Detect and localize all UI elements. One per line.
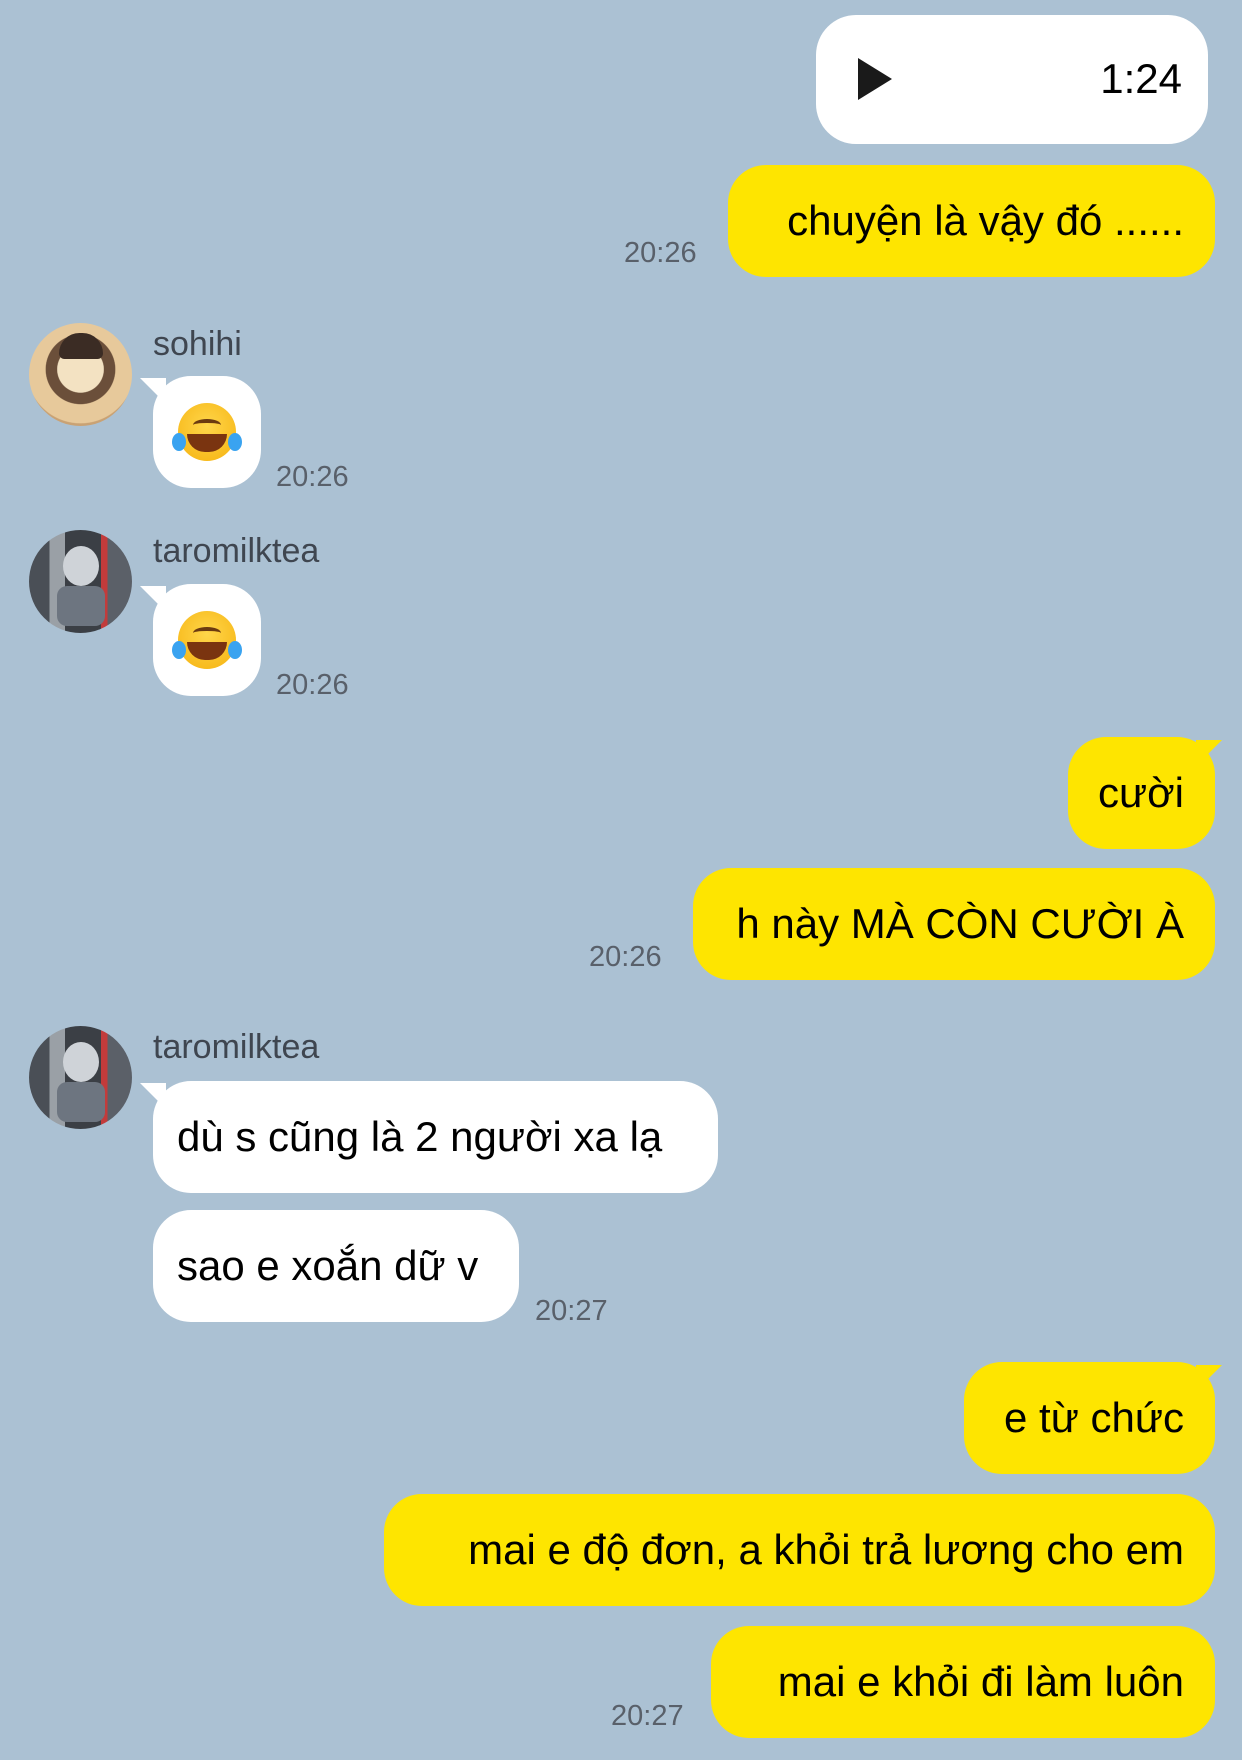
message-text: dù s cũng là 2 người xa lạ bbox=[177, 1113, 663, 1160]
sender-name: sohihi bbox=[153, 325, 242, 363]
emoji-bubble[interactable] bbox=[153, 584, 261, 696]
sender-name: taromilktea bbox=[153, 1028, 320, 1066]
emoji-bubble[interactable] bbox=[153, 376, 261, 488]
message-text: mai e khỏi đi làm luôn bbox=[777, 1658, 1184, 1705]
message-bubble[interactable]: sao e xoắn dữ v bbox=[153, 1210, 519, 1322]
message-time: 20:26 bbox=[589, 941, 662, 973]
message-text: e từ chức bbox=[1004, 1394, 1184, 1441]
message-bubble[interactable]: chuyện là vậy đó ...... bbox=[728, 165, 1215, 277]
avatar-taromilktea[interactable] bbox=[29, 530, 132, 633]
message-text: chuyện là vậy đó ...... bbox=[787, 197, 1184, 244]
message-bubble[interactable]: cười bbox=[1068, 737, 1215, 849]
message-text: cười bbox=[1098, 769, 1184, 816]
sender-name: taromilktea bbox=[153, 532, 320, 570]
avatar-taromilktea[interactable] bbox=[29, 1026, 132, 1129]
message-bubble[interactable]: dù s cũng là 2 người xa lạ bbox=[153, 1081, 718, 1193]
message-bubble[interactable]: mai e khỏi đi làm luôn bbox=[711, 1626, 1215, 1738]
laughing-tears-emoji-icon bbox=[172, 611, 242, 669]
message-bubble[interactable]: e từ chức bbox=[964, 1362, 1215, 1474]
play-icon[interactable] bbox=[858, 58, 892, 100]
message-text: mai e độ đơn, a khỏi trả lương cho em bbox=[468, 1526, 1184, 1573]
message-bubble[interactable]: h này MÀ CÒN CƯỜI À bbox=[693, 868, 1215, 980]
avatar-sohihi[interactable] bbox=[29, 323, 132, 426]
message-time: 20:26 bbox=[276, 669, 349, 701]
message-text: sao e xoắn dữ v bbox=[177, 1242, 479, 1289]
message-bubble[interactable]: mai e độ đơn, a khỏi trả lương cho em bbox=[384, 1494, 1215, 1606]
message-time: 20:26 bbox=[624, 237, 697, 269]
message-text: h này MÀ CÒN CƯỜI À bbox=[736, 900, 1184, 947]
voice-duration: 1:24 bbox=[1100, 55, 1182, 102]
message-time: 20:27 bbox=[535, 1295, 608, 1327]
laughing-tears-emoji-icon bbox=[172, 403, 242, 461]
voice-message-bubble[interactable]: 1:24 bbox=[816, 15, 1208, 144]
message-time: 20:27 bbox=[611, 1700, 684, 1732]
message-time: 20:26 bbox=[276, 461, 349, 493]
